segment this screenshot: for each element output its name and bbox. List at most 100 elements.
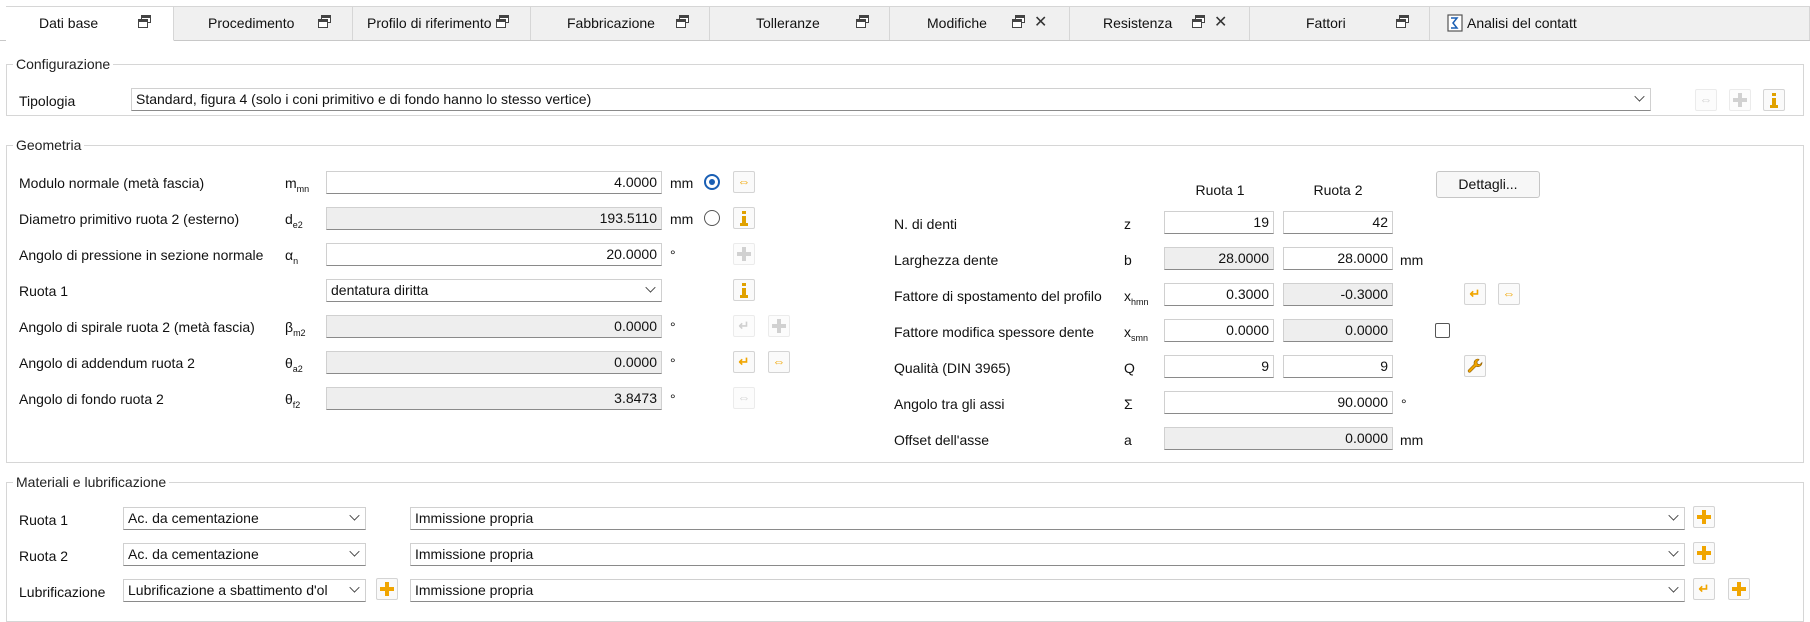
double-arrow-icon: ⇔ [772, 354, 786, 369]
info-button[interactable] [733, 279, 755, 301]
sorgente-ruota2-select[interactable]: Immissione propria [410, 543, 1685, 566]
tab-label: Profilo di riferimento [367, 15, 492, 31]
materiali-title: Materiali e lubrificazione [13, 474, 170, 490]
tab-resistenza[interactable]: Resistenza ✕ [1070, 6, 1250, 40]
tab-analisi-del-contatto[interactable]: Analisi del contatt [1430, 6, 1810, 40]
add-button[interactable] [1729, 89, 1751, 111]
chevron-down-icon [1668, 546, 1679, 557]
tab-fattori[interactable]: Fattori [1250, 6, 1430, 40]
n-denti-label: N. di denti [894, 216, 958, 232]
materiale-ruota2-select[interactable]: Ac. da cementazione [123, 543, 366, 566]
tab-tolleranze[interactable]: Tolleranze [710, 6, 890, 40]
symbol: βm2 [285, 319, 306, 338]
tab-modifiche[interactable]: Modifiche ✕ [890, 6, 1070, 40]
diametro-primitivo-input[interactable]: 193.5110 [326, 207, 662, 230]
symbol: θa2 [285, 355, 303, 374]
materiale-ruota1-select[interactable]: Ac. da cementazione [123, 507, 366, 530]
dettagli-button[interactable]: Dettagli... [1436, 171, 1540, 198]
undock-icon[interactable] [676, 15, 690, 29]
tab-fabbricazione[interactable]: Fabbricazione [531, 6, 710, 40]
back-arrow-button[interactable]: ↵ [1693, 578, 1715, 600]
radio-modulo-selected[interactable] [704, 174, 720, 190]
add-button[interactable] [768, 315, 790, 337]
configurazione-title: Configurazione [13, 56, 114, 72]
convert-button[interactable]: ⇔ [1498, 283, 1520, 305]
modulo-normale-input[interactable]: 4.0000 [326, 171, 662, 194]
undock-icon[interactable] [1192, 15, 1206, 29]
back-arrow-button[interactable]: ↵ [733, 315, 755, 337]
info-button[interactable] [1763, 89, 1785, 111]
plus-icon [1732, 582, 1746, 596]
radio-diametro[interactable] [704, 210, 720, 226]
add-button[interactable] [376, 578, 398, 600]
unit-label: ° [1401, 396, 1407, 412]
wrench-icon [1467, 358, 1483, 373]
ruota1-label: Ruota 1 [19, 283, 69, 299]
spostamento-ruota1-input[interactable]: 0.3000 [1164, 283, 1274, 306]
chevron-down-icon [349, 582, 360, 593]
convert-button[interactable]: ⇔ [733, 387, 755, 409]
angolo-assi-label: Angolo tra gli assi [894, 396, 1005, 412]
spessore-ruota1-input[interactable]: 0.0000 [1164, 319, 1274, 342]
back-arrow-button[interactable]: ↵ [733, 351, 755, 373]
tab-bar: Dati base Procedimento Profilo di riferi… [0, 0, 1810, 41]
qualita-ruota2-input[interactable]: 9 [1283, 355, 1393, 378]
tab-dati-base[interactable]: Dati base [6, 6, 174, 41]
spostamento-ruota2-input[interactable]: -0.3000 [1283, 283, 1393, 306]
add-button[interactable] [1693, 542, 1715, 564]
tab-label: Fabbricazione [567, 15, 655, 31]
chevron-down-icon [1668, 510, 1679, 521]
undock-icon[interactable] [138, 15, 152, 29]
undock-icon[interactable] [1396, 15, 1410, 29]
angolo-fondo-input[interactable]: 3.8473 [326, 387, 662, 410]
undock-icon[interactable] [856, 15, 870, 29]
ruota1-dentatura-select[interactable]: dentatura diritta [326, 279, 662, 302]
symbol: Σ [1124, 396, 1133, 412]
back-arrow-button[interactable]: ↵ [1464, 283, 1486, 305]
info-button[interactable] [733, 207, 755, 229]
undock-icon[interactable] [318, 15, 332, 29]
add-button[interactable] [733, 243, 755, 265]
lubrificazione-select[interactable]: Lubrificazione a sbattimento d'ol [123, 579, 366, 602]
sorgente-ruota1-select[interactable]: Immissione propria [410, 507, 1685, 530]
undock-icon[interactable] [1012, 15, 1026, 29]
tolerance-button[interactable] [1464, 355, 1486, 377]
angolo-pressione-input[interactable]: 20.0000 [326, 243, 662, 266]
qualita-ruota1-input[interactable]: 9 [1164, 355, 1274, 378]
undock-icon[interactable] [496, 15, 510, 29]
convert-button[interactable]: ⇔ [733, 171, 755, 193]
tab-profilo-di-riferimento[interactable]: Profilo di riferimento [353, 6, 531, 40]
angolo-spirale-input[interactable]: 0.0000 [326, 315, 662, 338]
plus-icon [737, 247, 751, 261]
spessore-checkbox[interactable] [1435, 323, 1450, 338]
tab-procedimento[interactable]: Procedimento [174, 6, 353, 40]
n-denti-ruota2-input[interactable]: 42 [1283, 211, 1393, 234]
unit-label: mm [1400, 252, 1424, 268]
offset-asse-label: Offset dell'asse [894, 432, 990, 448]
close-icon[interactable]: ✕ [1214, 15, 1227, 31]
symbol: θf2 [285, 391, 301, 410]
qualita-label: Qualità (DIN 3965) [894, 360, 1011, 376]
sorgente-lubrificazione-select[interactable]: Immissione propria [410, 579, 1685, 602]
angolo-addendum-label: Angolo di addendum ruota 2 [19, 355, 195, 371]
larghezza-ruota2-input[interactable]: 28.0000 [1283, 247, 1393, 270]
close-icon[interactable]: ✕ [1034, 15, 1047, 31]
symbol: αn [285, 247, 299, 266]
add-button[interactable] [1693, 506, 1715, 528]
offset-asse-input[interactable]: 0.0000 [1164, 427, 1393, 450]
transfer-button[interactable]: ⇔ [1695, 89, 1717, 111]
angolo-addendum-input[interactable]: 0.0000 [326, 351, 662, 374]
spessore-ruota2-input[interactable]: 0.0000 [1283, 319, 1393, 342]
angolo-assi-input[interactable]: 90.0000 [1164, 391, 1393, 414]
add-button[interactable] [1728, 578, 1750, 600]
tipologia-value: Standard, figura 4 (solo i coni primitiv… [136, 91, 592, 107]
tipologia-select[interactable]: Standard, figura 4 (solo i coni primitiv… [131, 88, 1651, 111]
unit-label: ° [670, 391, 676, 407]
plus-icon [772, 319, 786, 333]
tab-label: Dati base [39, 15, 99, 31]
larghezza-ruota1-input[interactable]: 28.0000 [1164, 247, 1274, 270]
convert-button[interactable]: ⇔ [768, 351, 790, 373]
symbol: mmn [285, 175, 310, 194]
n-denti-ruota1-input[interactable]: 19 [1164, 211, 1274, 234]
unit-label: mm [670, 211, 694, 227]
